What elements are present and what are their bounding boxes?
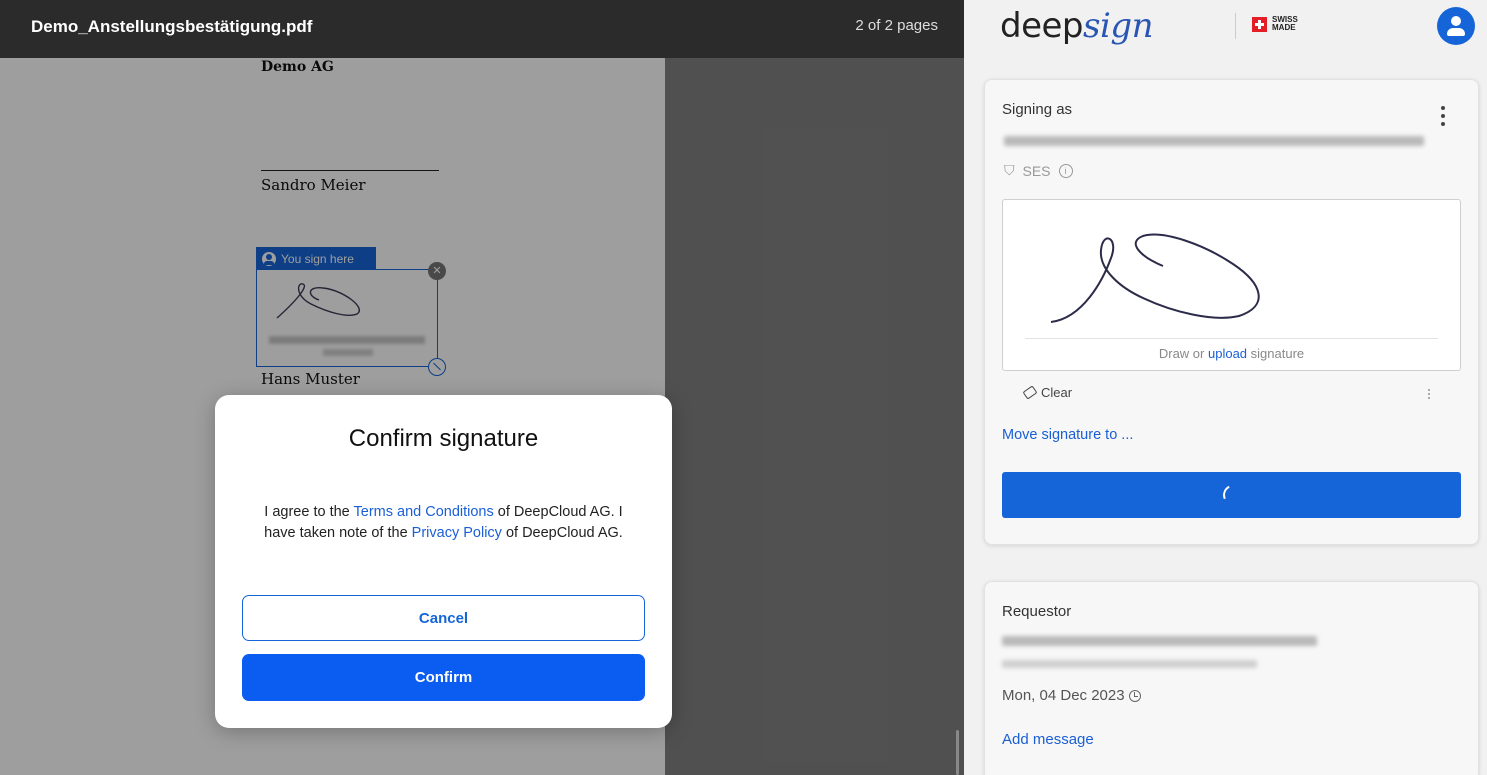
loading-spinner-icon [1220, 482, 1246, 508]
dialog-text-1: I agree to the [264, 504, 354, 520]
document-filename: Demo_Anstellungsbestätigung.pdf [31, 17, 313, 36]
signature-level: ⛉ SES i [1004, 162, 1073, 179]
made-text: MADE [1272, 23, 1296, 32]
info-icon[interactable]: i [1058, 163, 1073, 178]
modal-backdrop-gutter [665, 58, 964, 775]
page-counter: 2 of 2 pages [855, 17, 938, 34]
pad-hint-text-2: signature [1247, 346, 1305, 361]
requestor-email-blurred [1002, 660, 1257, 668]
request-date-text: Mon, 04 Dec 2023 [1002, 687, 1125, 704]
cancel-button[interactable]: Cancel [242, 595, 645, 641]
logo-divider [1235, 13, 1236, 39]
pad-options-icon[interactable] [1428, 389, 1430, 401]
upload-signature-link[interactable]: upload [1208, 346, 1247, 361]
confirm-button[interactable]: Confirm [242, 654, 645, 701]
drawn-signature-image [1050, 233, 1260, 323]
signature-pad-baseline [1025, 338, 1438, 339]
requestor-label: Requestor [1002, 603, 1072, 620]
badge-icon: ⛉ [1004, 162, 1015, 178]
dialog-body: I agree to the Terms and Conditions of D… [255, 502, 632, 544]
confirm-signature-dialog: Confirm signature I agree to the Terms a… [215, 395, 672, 728]
swiss-made-badge: SWISS MADE [1252, 16, 1298, 32]
privacy-link[interactable]: Privacy Policy [412, 525, 502, 541]
deepsign-logo: deepsign [1000, 6, 1153, 46]
logo-text-sign: sign [1083, 6, 1153, 46]
clock-icon [1128, 689, 1141, 702]
signing-as-label: Signing as [1002, 101, 1073, 118]
clear-signature-button[interactable]: Clear [1022, 385, 1073, 400]
more-options-icon[interactable] [1441, 106, 1445, 130]
logo-text-deep: deep [1000, 6, 1084, 46]
user-avatar-icon[interactable] [1437, 7, 1475, 45]
signer-email-blurred-text [1004, 136, 1424, 146]
clear-label: Clear [1041, 385, 1073, 400]
terms-link[interactable]: Terms and Conditions [354, 504, 494, 520]
dialog-title: Confirm signature [348, 425, 539, 452]
request-date: Mon, 04 Dec 2023 [1002, 687, 1141, 704]
swiss-flag-icon [1252, 16, 1267, 32]
scrollbar-thumb[interactable] [956, 730, 959, 775]
sign-button[interactable] [1002, 472, 1461, 518]
dialog-text-3: of DeepCloud AG. [501, 525, 623, 541]
signature-pad[interactable]: Draw or upload signature [1002, 199, 1461, 371]
signature-level-label: SES [1022, 162, 1051, 179]
app-root: Demo AG Sandro Meier You sign here ✕ Han… [0, 0, 1487, 775]
signature-pad-hint: Draw or upload signature [1003, 346, 1460, 361]
move-signature-link[interactable]: Move signature to ... [1002, 427, 1133, 443]
viewer-toolbar: Demo_Anstellungsbestätigung.pdf 2 of 2 p… [0, 0, 964, 58]
swiss-made-text: SWISS MADE [1272, 16, 1298, 32]
add-message-link[interactable]: Add message [1002, 731, 1094, 748]
eraser-icon [1022, 385, 1038, 400]
pad-hint-text-1: Draw or [1158, 346, 1208, 361]
requestor-name-blurred [1002, 636, 1317, 646]
